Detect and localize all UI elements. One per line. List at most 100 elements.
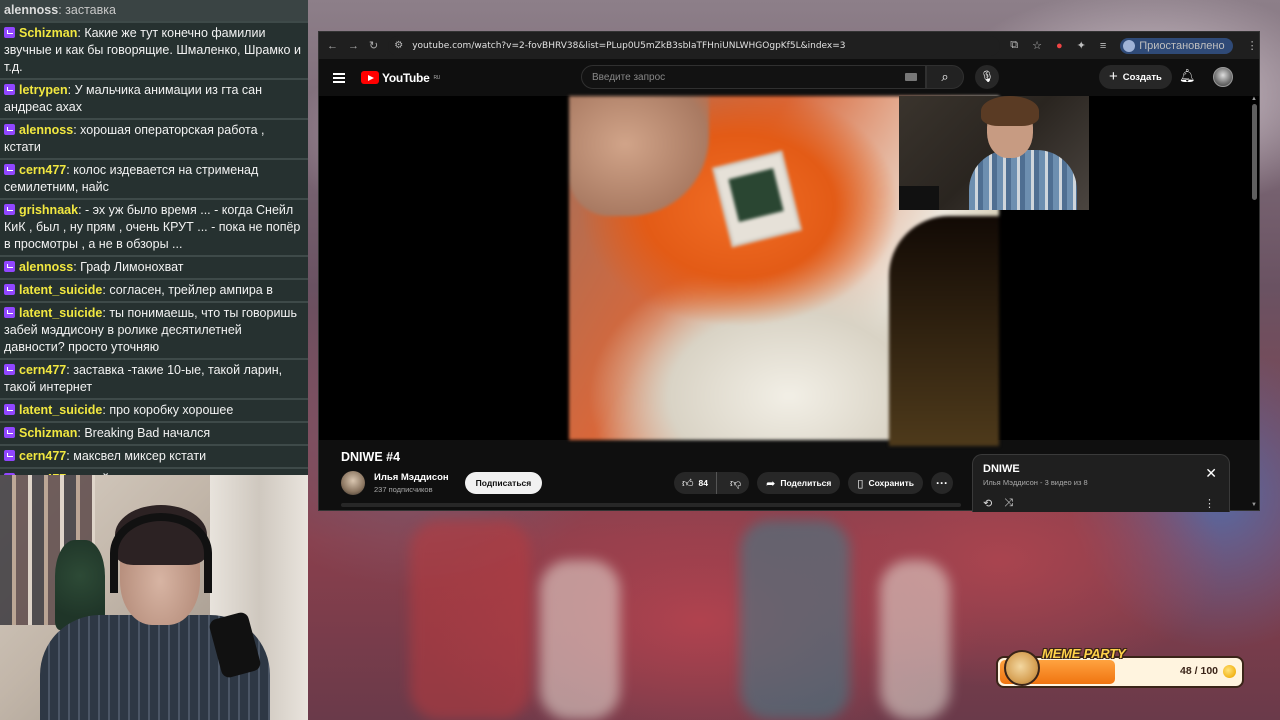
inset-hair bbox=[981, 96, 1039, 126]
twitch-badge-icon bbox=[4, 307, 15, 318]
chat-message: alennoss: Граф Лимонохват bbox=[0, 257, 308, 280]
dislike-button[interactable]: 👎︎ bbox=[722, 472, 749, 494]
chat-username[interactable]: latent_suicide bbox=[19, 403, 102, 417]
youtube-play-icon bbox=[361, 71, 379, 84]
address-bar: ← → ↻ ⚙ youtube.com/watch?v=2-fovBHRV38&… bbox=[319, 32, 1259, 59]
search-input[interactable]: Введите запрос bbox=[581, 65, 926, 89]
headphones bbox=[110, 513, 212, 593]
video-hand bbox=[569, 96, 709, 216]
chat-username[interactable]: alennoss bbox=[4, 3, 58, 17]
chat-username[interactable]: cern477 bbox=[19, 163, 66, 177]
chat-username[interactable]: Schizman bbox=[19, 426, 77, 440]
more-actions-icon[interactable]: ··· bbox=[930, 472, 953, 494]
chat-separator: : bbox=[67, 83, 75, 97]
account-avatar[interactable] bbox=[1213, 67, 1233, 87]
extension-icon[interactable]: ● bbox=[1056, 40, 1063, 52]
chat-username[interactable]: cern477 bbox=[19, 449, 66, 463]
menu-icon[interactable] bbox=[333, 72, 345, 83]
chat-text: Breaking Bad начался bbox=[84, 426, 211, 440]
chat-message: latent_suicide: про коробку хорошее bbox=[0, 400, 308, 423]
share-icon: ➦ bbox=[766, 477, 776, 490]
shuffle-icon[interactable]: ⤨ bbox=[1004, 497, 1013, 510]
stream-chat: alennoss: заставка Schizman: Какие же тут… bbox=[0, 0, 308, 475]
twitch-badge-icon bbox=[4, 427, 15, 438]
chat-username[interactable]: latent_suicide bbox=[19, 283, 102, 297]
twitch-badge-icon bbox=[4, 84, 15, 95]
notifications-icon[interactable]: 🔔︎ bbox=[1179, 68, 1196, 86]
channel-avatar[interactable] bbox=[341, 471, 365, 495]
video-inset-webcam bbox=[899, 96, 1089, 210]
doge-icon bbox=[1004, 650, 1040, 686]
close-icon[interactable]: ✕ bbox=[1205, 465, 1217, 482]
reload-icon[interactable]: ↻ bbox=[369, 39, 378, 53]
chat-username[interactable]: latent_suicide bbox=[19, 306, 102, 320]
create-label: Создать bbox=[1122, 71, 1162, 83]
share-button[interactable]: ➦ Поделиться bbox=[757, 472, 841, 494]
description-box[interactable] bbox=[341, 503, 961, 507]
reading-list-icon[interactable]: ≡ bbox=[1100, 40, 1106, 52]
channel-row: Илья Мэддисон 237 подписчиков Подписатьс… bbox=[341, 471, 543, 495]
video-player[interactable] bbox=[319, 96, 1259, 446]
chat-message: Schizman: Breaking Bad начался bbox=[0, 423, 308, 446]
chat-message: cern477: максвел миксер кстати bbox=[0, 446, 308, 469]
profile-avatar bbox=[1123, 39, 1136, 52]
twitch-badge-icon bbox=[4, 404, 15, 415]
chat-username[interactable]: cern477 bbox=[19, 363, 66, 377]
extensions-puzzle-icon[interactable]: ✦ bbox=[1077, 39, 1086, 52]
chat-username[interactable]: alennoss bbox=[19, 123, 73, 137]
chat-username[interactable]: Schizman bbox=[19, 26, 77, 40]
subscribe-button[interactable]: Подписаться bbox=[464, 472, 543, 494]
like-button[interactable]: 👍︎ 84 bbox=[674, 472, 717, 494]
back-icon[interactable]: ← bbox=[327, 39, 338, 53]
search-icon[interactable]: ⌕ bbox=[926, 65, 964, 89]
meme-party-widget: MEME PARTY 48 / 100 bbox=[996, 646, 1244, 688]
playlist-menu-icon[interactable]: ⋮ bbox=[1204, 497, 1215, 510]
inset-shirt bbox=[969, 150, 1077, 210]
chat-message: letrypen: У мальчика анимации из гта сан… bbox=[0, 80, 308, 120]
loop-icon[interactable]: ⟲ bbox=[983, 497, 992, 510]
twitch-badge-icon bbox=[4, 284, 15, 295]
chat-separator: : bbox=[78, 203, 86, 217]
share-label: Поделиться bbox=[780, 478, 832, 488]
playlist-subtitle: Илья Мэддисон - 3 видео из 8 bbox=[983, 478, 1088, 487]
video-actions: 👍︎ 84 👎︎ ➦ Поделиться ▯ Сохранить ··· bbox=[674, 472, 953, 494]
browser-menu-icon[interactable]: ⋮ bbox=[1247, 39, 1258, 52]
url-input[interactable]: ⚙ youtube.com/watch?v=2-fovBHRV38&list=P… bbox=[388, 35, 1001, 56]
chat-username[interactable]: letrypen bbox=[19, 83, 68, 97]
chat-username[interactable]: alennoss bbox=[19, 260, 73, 274]
profile-label: Приостановлено bbox=[1139, 39, 1225, 52]
like-dislike-group: 👍︎ 84 👎︎ bbox=[674, 472, 750, 494]
like-count: 84 bbox=[698, 478, 708, 488]
create-button[interactable]: + Создать bbox=[1099, 65, 1172, 89]
chat-username[interactable]: grishnaak bbox=[19, 203, 78, 217]
scroll-up-icon[interactable]: ▲ bbox=[1251, 96, 1257, 102]
url-text: youtube.com/watch?v=2-fovBHRV38&list=PLu… bbox=[412, 40, 846, 51]
twitch-badge-icon bbox=[4, 164, 15, 175]
playlist-title[interactable]: DNIWE bbox=[983, 463, 1219, 475]
channel-name[interactable]: Илья Мэддисон bbox=[374, 472, 449, 483]
coin-icon bbox=[1223, 665, 1236, 678]
install-icon[interactable]: ⧉ bbox=[1010, 39, 1018, 52]
site-settings-icon[interactable]: ⚙ bbox=[394, 40, 406, 52]
logo-text: YouTube bbox=[382, 70, 430, 85]
youtube-logo[interactable]: YouTube RU bbox=[361, 71, 440, 85]
search-placeholder: Введите запрос bbox=[592, 71, 666, 83]
meme-party-brand: MEME PARTY bbox=[1042, 646, 1126, 661]
twitch-badge-icon bbox=[4, 261, 15, 272]
forward-icon[interactable]: → bbox=[348, 39, 359, 53]
twitch-badge-icon bbox=[4, 124, 15, 135]
scroll-down-icon[interactable]: ▼ bbox=[1251, 502, 1257, 508]
playlist-panel: DNIWE Илья Мэддисон - 3 видео из 8 ✕ ⟲ ⤨… bbox=[972, 454, 1230, 512]
chat-message: cern477: колос издевается на стрименад с… bbox=[0, 160, 308, 200]
voice-search-icon[interactable]: 🎙︎ bbox=[975, 65, 999, 89]
chat-text: заставка bbox=[65, 3, 116, 17]
profile-button[interactable]: Приостановлено bbox=[1120, 37, 1233, 54]
scrollbar[interactable] bbox=[1252, 104, 1257, 200]
chat-text: максвел миксер кстати bbox=[73, 449, 207, 463]
bookmark-star-icon[interactable]: ☆ bbox=[1032, 39, 1042, 52]
save-label: Сохранить bbox=[868, 478, 914, 488]
twitch-badge-icon bbox=[4, 27, 15, 38]
keyboard-icon[interactable] bbox=[905, 73, 917, 81]
save-button[interactable]: ▯ Сохранить bbox=[848, 472, 923, 494]
streamer-webcam bbox=[0, 475, 308, 720]
